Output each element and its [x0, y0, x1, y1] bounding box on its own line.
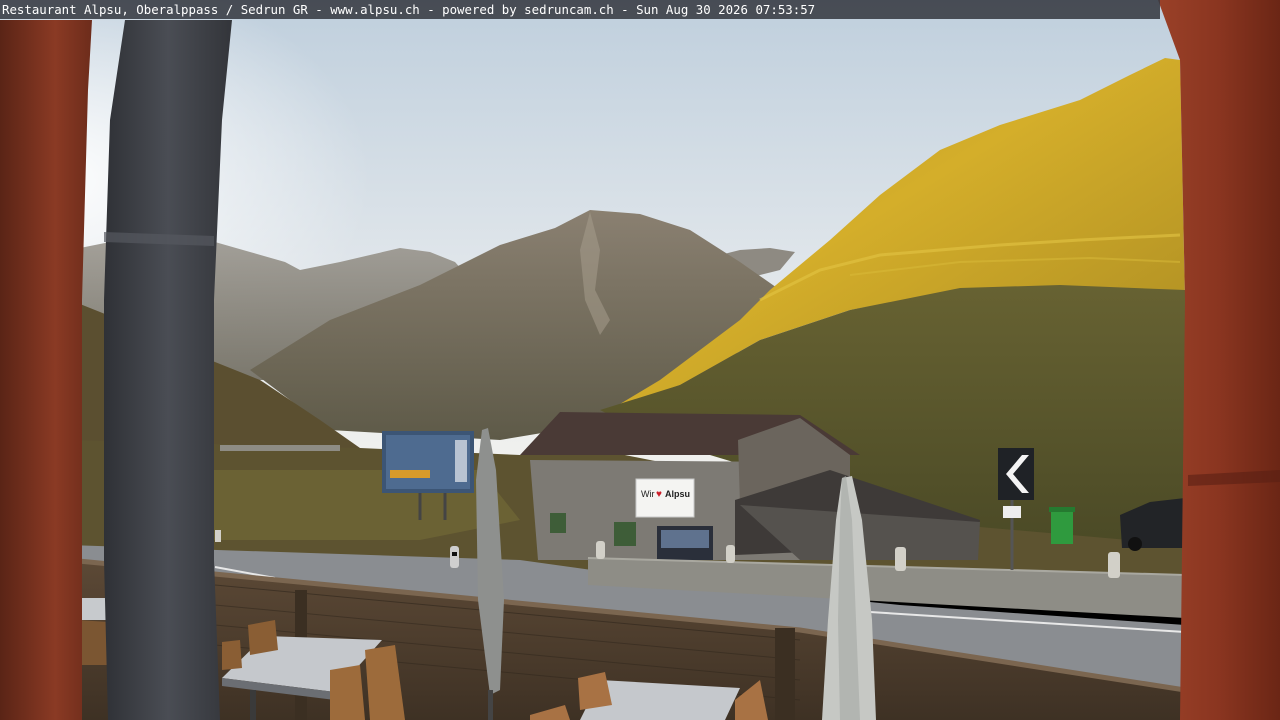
heart-icon: ♥: [656, 489, 662, 500]
webcam-image: Wir ♥ Alpsu: [0, 0, 1280, 720]
webcam-caption: Restaurant Alpsu, Oberalppass / Sedrun G…: [0, 0, 1160, 19]
chevron-left-icon: [998, 448, 1034, 500]
webcam-view: Wir ♥ Alpsu Restaurant Alpsu, Oberalppas…: [0, 0, 1280, 720]
hut-sign-prefix: Wir: [641, 489, 655, 499]
hut-sign-word: Alpsu: [665, 489, 690, 499]
